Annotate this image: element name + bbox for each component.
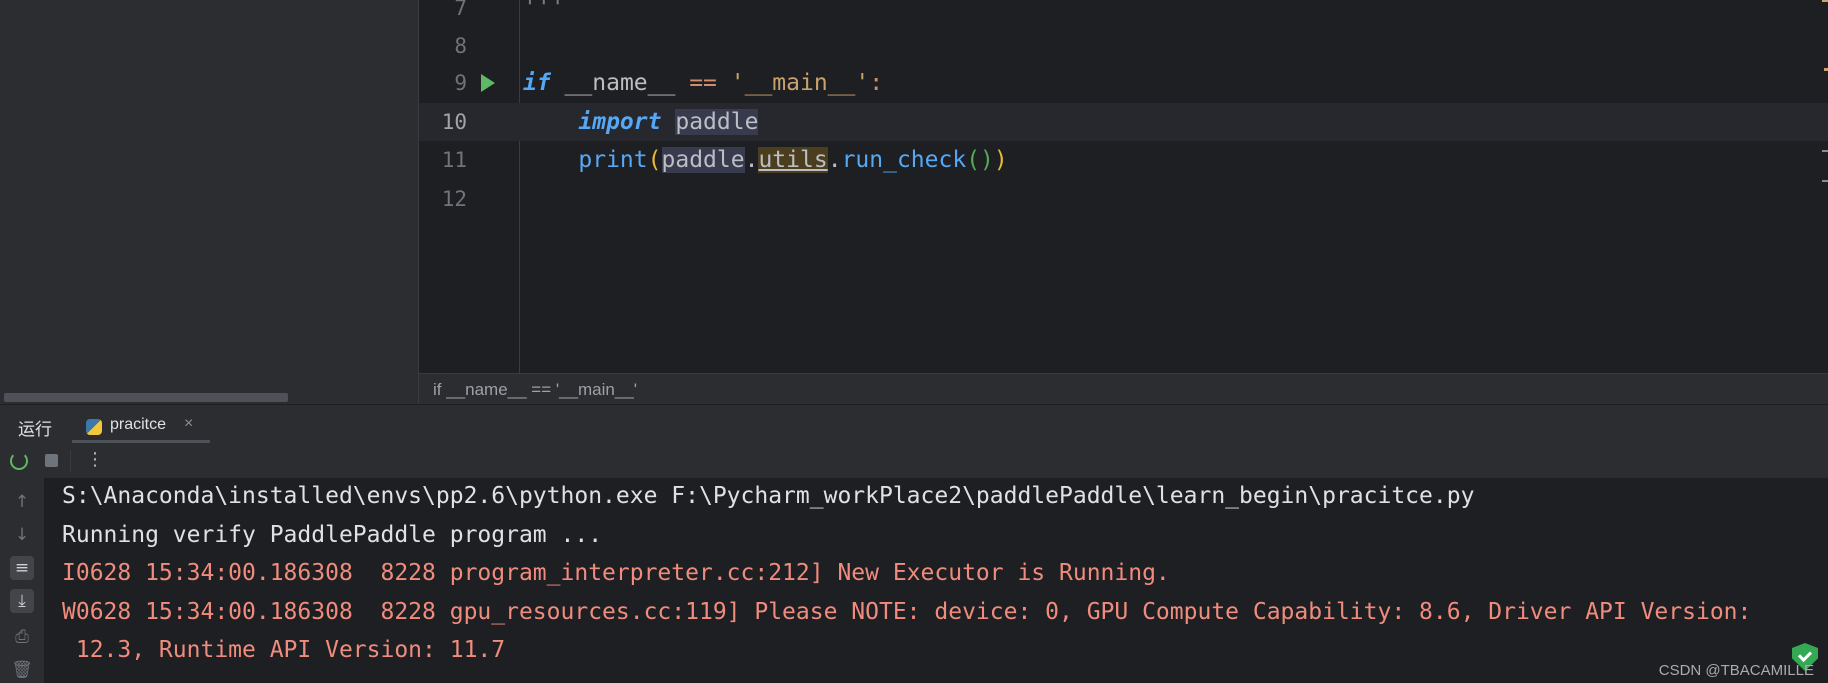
code-line[interactable]: 8 — [419, 27, 1828, 65]
tab-pracitce[interactable]: pracitce × — [72, 409, 210, 443]
code-line[interactable]: 9 if __name__ == '__main__': — [419, 64, 1828, 102]
code-token: ( — [647, 147, 662, 173]
run-gutter-icon[interactable] — [481, 74, 495, 92]
code-token: . — [827, 147, 842, 173]
code-token: ''' — [523, 0, 565, 21]
code-token: paddle — [661, 147, 745, 173]
run-tool-window-header: 运行 pracitce × — [0, 404, 1828, 445]
soft-wrap-icon[interactable]: ≡ — [10, 556, 34, 580]
code-token: : — [869, 70, 884, 96]
code-token: utils — [758, 147, 828, 173]
python-file-icon — [86, 419, 102, 435]
console-output[interactable]: ↑ ↓ ≡ ⤓ ⎙ 🗑 S:\Anaconda\installed\envs\p… — [0, 478, 1828, 683]
console-line: 12.3, Runtime API Version: 11.7 — [62, 637, 506, 663]
run-tool-window-title[interactable]: 运行 — [18, 415, 52, 440]
code-editor[interactable]: 7 ''' 8 9 if __name__ == '__main__': 10 impor… — [419, 0, 1828, 373]
code-token: import — [578, 109, 662, 135]
line-number: 7 — [454, 0, 467, 20]
line-number: 8 — [454, 34, 467, 58]
arrow-down-icon[interactable]: ↓ — [10, 523, 34, 547]
arrow-up-icon[interactable]: ↑ — [10, 490, 34, 514]
watermark: CSDN @TBACAMILLE — [1658, 662, 1814, 679]
tab-label: pracitce — [110, 416, 167, 433]
rerun-icon[interactable] — [10, 452, 28, 470]
breadcrumb-bar: if __name__ == '__main__' — [419, 373, 1828, 405]
code-token: () — [966, 147, 994, 173]
code-token: if — [523, 70, 551, 96]
trash-icon[interactable]: 🗑 — [10, 658, 34, 682]
line-number: 11 — [441, 148, 467, 172]
tab-active-indicator — [72, 440, 210, 443]
stop-icon[interactable] — [45, 454, 58, 467]
line-number: 12 — [441, 187, 467, 211]
print-icon[interactable]: ⎙ — [10, 625, 34, 649]
close-icon[interactable]: × — [184, 415, 193, 433]
scrollbar-marker — [1824, 68, 1828, 71]
breadcrumb[interactable]: if __name__ == '__main__' — [433, 380, 637, 400]
code-line[interactable]: 11 print(paddle.utils.run_check()) — [419, 141, 1828, 179]
line-number: 10 — [441, 110, 467, 134]
code-token: __name__ — [550, 70, 690, 96]
code-text: import paddle — [523, 103, 759, 141]
scrollbar-marker — [1822, 0, 1828, 2]
toolbar-separator — [70, 450, 71, 472]
run-toolbar: ⋮ — [0, 444, 1828, 478]
scroll-to-end-icon[interactable]: ⤓ — [10, 589, 34, 613]
code-token: '__main__' — [730, 70, 870, 96]
more-options-icon[interactable]: ⋮ — [86, 449, 104, 470]
console-line: S:\Anaconda\installed\envs\pp2.6\python.… — [62, 483, 1475, 509]
code-text: print(paddle.utils.run_check()) — [523, 141, 1008, 179]
console-line: Running verify PaddlePaddle program ... — [62, 521, 603, 548]
console-line: I0628 15:34:00.186308 8228 program_inter… — [62, 560, 1170, 586]
project-panel-scrollbar[interactable] — [4, 393, 288, 402]
code-token: . — [744, 147, 759, 173]
code-token: == — [689, 70, 717, 96]
code-token: paddle — [675, 109, 759, 135]
code-line[interactable]: 10 import paddle — [419, 103, 1828, 141]
scrollbar-marker — [1822, 150, 1828, 152]
console-side-toolbar: ↑ ↓ ≡ ⤓ ⎙ 🗑 — [0, 478, 44, 683]
code-line[interactable]: 12 — [419, 180, 1828, 218]
code-text: if __name__ == '__main__': — [523, 64, 883, 102]
code-token: run_check — [841, 147, 967, 173]
code-line[interactable]: 7 ''' — [419, 0, 1828, 27]
project-panel — [0, 0, 419, 404]
scrollbar-marker — [1822, 180, 1828, 182]
code-token: print — [578, 147, 648, 173]
console-line: W0628 15:34:00.186308 8228 gpu_resources… — [62, 598, 1752, 625]
line-number: 9 — [454, 71, 467, 95]
code-text: ''' — [523, 0, 565, 27]
code-token: ) — [993, 147, 1008, 173]
